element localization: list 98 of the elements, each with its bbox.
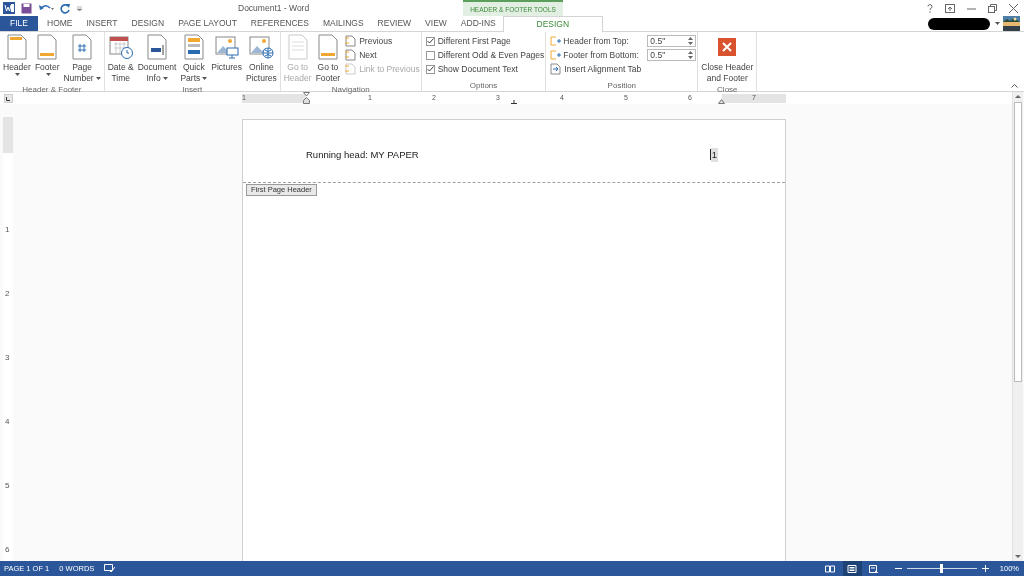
quick-parts-icon (181, 34, 206, 60)
spin-field[interactable]: 0.5" (647, 49, 697, 61)
page-lines-icon (285, 34, 310, 60)
page-arrow-icon (345, 49, 357, 61)
dropdown-caret-icon (995, 22, 1000, 25)
zoom-out-icon[interactable] (894, 565, 902, 572)
ribbon-button[interactable]: Online Pictures (244, 32, 279, 84)
page-number: 1 (710, 147, 718, 162)
vertical-scrollbar[interactable] (1012, 92, 1023, 561)
undo-icon[interactable] (38, 3, 54, 13)
group-label: Insert (181, 84, 204, 95)
ribbon-tab[interactable]: INSERT (79, 16, 125, 31)
calendar-clock-icon (107, 34, 134, 60)
checkmark-icon (426, 66, 434, 72)
customize-caret-icon[interactable] (77, 5, 82, 11)
header-page-icon (4, 34, 29, 60)
close-header-footer-button[interactable]: Close Header and Footer (699, 32, 756, 84)
ribbon-button[interactable]: Footer (32, 32, 62, 76)
running-head-text: Running head: MY PAPER (306, 147, 419, 162)
ribbon-button[interactable]: Date & Time (105, 32, 136, 84)
help-icon[interactable] (927, 3, 933, 13)
page-arrow-icon (345, 35, 357, 47)
group-label: Options (468, 80, 499, 91)
margin-position-icon (550, 50, 562, 60)
ruler-number: 6 (5, 545, 10, 554)
close-icon[interactable] (1009, 3, 1018, 13)
group-label: Position (606, 80, 638, 91)
left-tab-icon (6, 96, 10, 101)
checkbox[interactable] (425, 36, 435, 46)
ribbon-button[interactable]: Page Number (61, 32, 103, 84)
ribbon-button[interactable]: Document Info (135, 32, 179, 84)
ruler-number: 5 (5, 481, 10, 490)
footer-page-icon (315, 34, 340, 60)
zoom-in-icon[interactable] (981, 565, 989, 572)
page-number-icon (70, 34, 95, 60)
ribbon-tab[interactable]: ADD-INS (453, 16, 503, 31)
close-icon (718, 38, 737, 56)
ribbon-display-icon[interactable] (945, 3, 955, 13)
web-page-icon (869, 564, 880, 573)
spin-label: Footer from Bottom: (563, 48, 640, 62)
margin-position-icon (550, 36, 562, 46)
ribbon-tab[interactable]: HOME (40, 16, 80, 31)
document-field-icon (145, 34, 170, 60)
scroll-thumb[interactable] (1014, 102, 1022, 382)
zoom-slider-thumb[interactable] (940, 564, 944, 573)
ruler-number: 3 (5, 353, 10, 362)
word-logo-icon[interactable] (3, 2, 15, 14)
ribbon-button[interactable]: Pictures (209, 32, 244, 73)
ribbon-tab[interactable]: VIEW (418, 16, 454, 31)
page-icon (847, 564, 858, 573)
checkbox[interactable] (425, 50, 435, 60)
ribbon-tab[interactable]: DESIGN (502, 16, 603, 32)
page-arrow-icon (345, 63, 357, 75)
picture-icon (213, 34, 240, 60)
ribbon-button[interactable]: Header (1, 32, 33, 76)
restore-icon[interactable] (988, 3, 997, 13)
redo-icon[interactable] (60, 2, 71, 14)
spin-arrows-icon[interactable] (688, 37, 694, 45)
ribbon-button[interactable]: Quick Parts (178, 32, 210, 84)
ribbon-tab[interactable]: DESIGN (124, 16, 172, 31)
ribbon-small-button[interactable]: Previous (345, 34, 420, 48)
redacted-account-name (928, 17, 990, 30)
window-title: Document1 - Word (238, 1, 310, 15)
spin-label: Header from Top: (563, 34, 630, 48)
ruler-number: 2 (5, 289, 10, 298)
ribbon-small-button[interactable]: Insert Alignment Tab (550, 62, 697, 76)
center-tab-icon[interactable] (511, 99, 517, 104)
alignment-tab-icon (550, 63, 562, 75)
ruler-number: 4 (5, 417, 10, 426)
ruler-number: 1 (5, 225, 10, 234)
zoom-slider[interactable] (906, 564, 977, 573)
checkmark-icon (426, 38, 434, 44)
right-indent-icon[interactable] (718, 98, 725, 104)
ribbon-tab[interactable]: FILE (0, 16, 38, 31)
print-layout-button[interactable] (842, 561, 862, 576)
checkbox[interactable] (425, 64, 435, 74)
checkbox-label: Show Document Text (437, 62, 518, 76)
group-label: Close (716, 84, 739, 95)
book-icon (825, 564, 836, 573)
group-label: Header & Footer (21, 84, 83, 95)
group-label: Navigation (330, 84, 371, 95)
ribbon-button[interactable]: Go to Footer (313, 32, 343, 84)
indent-marker-icon[interactable] (303, 91, 310, 104)
tab-selector[interactable] (4, 93, 13, 103)
spin-arrows-icon[interactable] (688, 51, 694, 59)
checkbox-label: Different First Page (437, 34, 511, 48)
ribbon-tab[interactable]: MAILINGS (315, 16, 371, 31)
checkbox-label: Different Odd & Even Pages (437, 48, 545, 62)
proofing-icon[interactable] (104, 564, 116, 573)
collapse-ribbon-icon[interactable] (1011, 83, 1018, 88)
spin-field[interactable]: 0.5" (647, 35, 697, 47)
ribbon-small-button[interactable]: Next (345, 48, 420, 62)
ribbon-tab[interactable]: REVIEW (370, 16, 419, 31)
online-picture-icon (248, 34, 275, 60)
ribbon-tab[interactable]: PAGE LAYOUT (171, 16, 244, 31)
save-icon[interactable] (21, 2, 32, 14)
ribbon-tab[interactable]: REFERENCES (243, 16, 316, 31)
footer-page-icon (35, 34, 60, 60)
